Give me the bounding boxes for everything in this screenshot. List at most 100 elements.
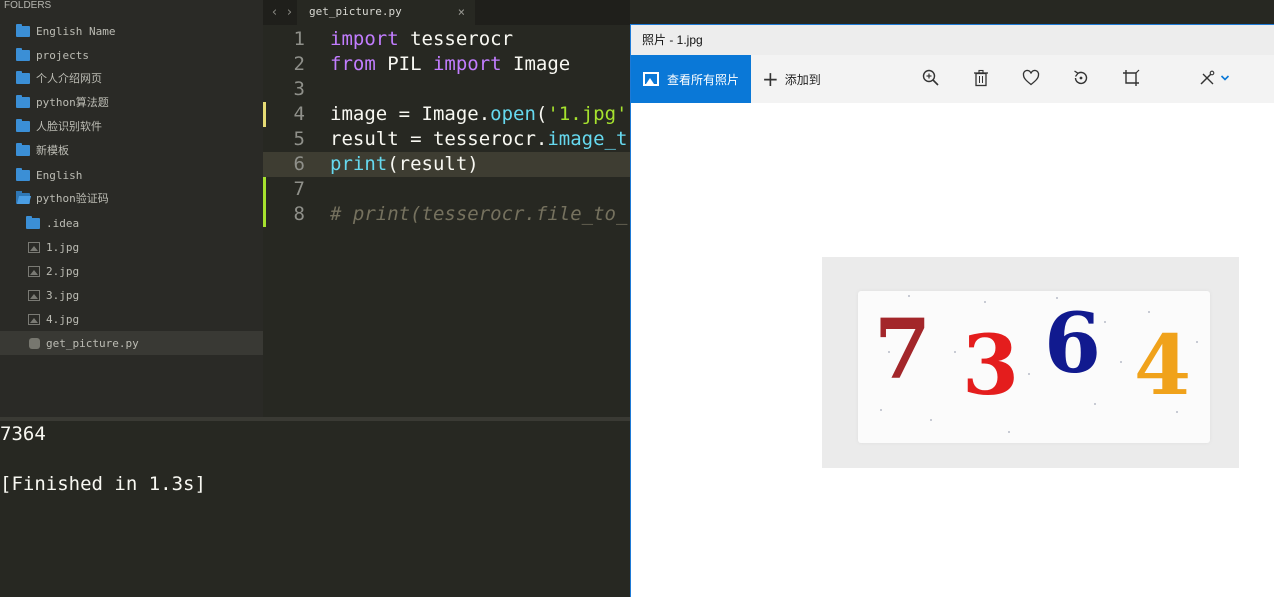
sidebar-item-1-jpg[interactable]: 1.jpg (0, 235, 263, 259)
view-all-photos-button[interactable]: 查看所有照片 (631, 55, 751, 103)
output-finished-line: [Finished in 1.3s] (0, 473, 206, 495)
string-token: '1.jpg' (547, 103, 628, 125)
image-file-icon (28, 313, 40, 325)
favorite-icon[interactable] (1020, 67, 1042, 89)
sidebar-item-idea[interactable]: .idea (0, 211, 263, 235)
code-line-4: image = Image.open('1.jpg' (330, 102, 627, 127)
function-token: image_t (547, 128, 628, 150)
sidebar-item-label: 3.jpg (46, 288, 80, 302)
sidebar-item-personal-page[interactable]: 个人介绍网页 (0, 66, 263, 90)
noise-dot (984, 301, 986, 303)
captcha-image: 7 3 6 4 (822, 257, 1239, 468)
noise-dot (908, 295, 910, 297)
code-line-2: from PIL import Image (330, 52, 570, 77)
sidebar-item-english-name[interactable]: English Name (0, 19, 263, 43)
line-number: 4 (293, 103, 305, 125)
zoom-in-icon[interactable] (920, 67, 942, 89)
sidebar-item-label: python算法题 (36, 96, 109, 109)
folder-icon (16, 94, 30, 108)
code-line-5: result = tesserocr.image_t (330, 127, 627, 152)
noise-dot (1196, 341, 1198, 343)
sidebar-item-label: 个人介绍网页 (36, 72, 102, 85)
line-number: 5 (293, 128, 305, 150)
code-line-6: print(result) (330, 152, 479, 177)
tab-title: get_picture.py (309, 5, 402, 18)
function-token: open (490, 103, 536, 125)
captcha-digit: 3 (962, 318, 1020, 414)
line-number: 6 (293, 153, 305, 175)
noise-dot (1028, 373, 1030, 375)
sidebar-item-python-captcha[interactable]: python验证码 (0, 186, 263, 210)
code-editor[interactable]: 1 2 3 4 5 6 7 8 import tesserocr from PI… (263, 25, 630, 417)
image-file-icon (28, 289, 40, 301)
sidebar-item-label: 2.jpg (46, 264, 80, 278)
chevron-down-icon (1220, 75, 1230, 81)
plus-icon: + (762, 67, 779, 91)
sidebar-item-label: 人脸识别软件 (36, 120, 102, 133)
line-number: 3 (293, 78, 305, 100)
code-line-8: # print(tesserocr.file_to_ (330, 202, 627, 227)
folder-icon (16, 47, 30, 61)
noise-dot (1148, 311, 1150, 313)
sidebar-item-2-jpg[interactable]: 2.jpg (0, 259, 263, 283)
keyword-token: import (330, 28, 399, 50)
keyword-token: from (330, 53, 376, 75)
tab-get-picture-py[interactable]: get_picture.py × (297, 0, 475, 25)
captcha-digit: 4 (1134, 318, 1192, 414)
sidebar-item-label: projects (36, 48, 89, 62)
sidebar-item-3-jpg[interactable]: 3.jpg (0, 283, 263, 307)
delete-icon[interactable] (970, 67, 992, 89)
folder-icon (16, 142, 30, 156)
window-title: 照片 - 1.jpg (631, 25, 1274, 55)
nav-forward-icon[interactable]: › (287, 5, 292, 20)
code-token: (result) (387, 153, 479, 175)
sidebar-item-label: 新模板 (36, 144, 69, 157)
captcha-digit: 6 (1044, 296, 1102, 392)
add-to-label: 添加到 (784, 72, 821, 87)
rotate-icon[interactable] (1070, 67, 1092, 89)
noise-dot (880, 409, 882, 411)
photo-canvas[interactable]: 7 3 6 4 (631, 103, 1274, 597)
line-number: 2 (293, 53, 305, 75)
folder-icon (16, 167, 30, 181)
folder-icon (16, 118, 30, 132)
keyword-token: import (432, 53, 502, 75)
code-token: PIL (375, 53, 433, 75)
nav-back-icon[interactable]: ‹ (272, 5, 277, 20)
code-token: tesserocr (398, 28, 514, 50)
noise-dot (888, 351, 890, 353)
sidebar-item-4-jpg[interactable]: 4.jpg (0, 307, 263, 331)
noise-dot (1056, 297, 1058, 299)
function-token: print (330, 153, 388, 175)
build-output-panel: 7364 [Finished in 1.3s] (0, 421, 630, 597)
noise-dot (1176, 411, 1178, 413)
line-number: 8 (293, 203, 305, 225)
close-icon[interactable]: × (458, 0, 465, 24)
noise-dot (1094, 403, 1096, 405)
line-number: 7 (293, 178, 305, 200)
sidebar-item-get-picture-py[interactable]: get_picture.py (0, 331, 263, 355)
photos-toolbar: 查看所有照片 + 添加到 (631, 55, 1274, 103)
sidebar-item-face-recognition[interactable]: 人脸识别软件 (0, 114, 263, 138)
sidebar-item-projects[interactable]: projects (0, 43, 263, 67)
add-to-button[interactable]: + 添加到 (762, 55, 821, 103)
view-all-photos-label: 查看所有照片 (667, 72, 740, 87)
sidebar-item-label: 1.jpg (46, 240, 80, 254)
sidebar-header: FOLDERS (4, 0, 52, 11)
sidebar-item-python-algorithms[interactable]: python算法题 (0, 90, 263, 114)
sidebar-item-label: .idea (46, 216, 80, 230)
folder-open-icon (16, 190, 30, 204)
code-token: ( (535, 103, 548, 125)
captcha-digit: 7 (874, 302, 932, 398)
output-result-line: 7364 (0, 423, 46, 445)
line-number: 1 (293, 28, 305, 50)
sidebar-item-label: python验证码 (36, 192, 109, 205)
comment-token: # print(tesserocr.file_to_ (330, 203, 628, 225)
folder-icon (16, 23, 30, 37)
crop-icon[interactable] (1120, 67, 1142, 89)
sidebar-item-new-template[interactable]: 新模板 (0, 138, 263, 162)
sidebar-item-english[interactable]: English (0, 163, 263, 187)
edit-icon[interactable] (1195, 67, 1233, 89)
sidebar-item-label: English Name (36, 24, 116, 38)
sidebar-item-label: English (36, 168, 83, 182)
